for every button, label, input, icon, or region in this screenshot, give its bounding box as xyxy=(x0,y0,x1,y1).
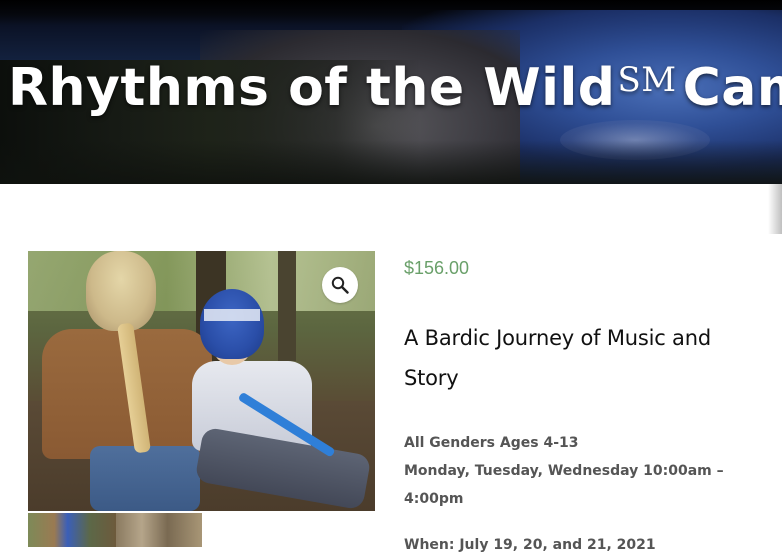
tree-trunk xyxy=(278,251,296,361)
product-price: $156.00 xyxy=(404,258,470,278)
foliage-background xyxy=(0,140,782,184)
audience-text: All Genders Ages 4-13 xyxy=(404,435,579,451)
page-title: Rhythms of the WildSMCamp xyxy=(8,58,782,118)
dates-text: When: July 19, 20, and 21, 2021 xyxy=(404,537,656,553)
magnifier-icon xyxy=(331,276,349,294)
edge-shadow xyxy=(768,184,782,234)
service-mark: SM xyxy=(617,60,677,100)
zoom-button[interactable] xyxy=(322,267,358,303)
schedule-text: Monday, Tuesday, Wednesday 10:00am – 4:0… xyxy=(404,463,724,507)
product-title: A Bardic Journey of Music and Story xyxy=(404,326,711,390)
child-figure-head xyxy=(86,251,156,331)
gallery-thumbnail[interactable] xyxy=(28,513,116,547)
knit-hat xyxy=(200,289,264,359)
product-main-image[interactable] xyxy=(28,251,375,511)
page-title-main: Rhythms of the Wild xyxy=(8,58,616,118)
child-figure-legs xyxy=(90,446,200,511)
page-title-end: Camp xyxy=(682,58,782,118)
product-short-description: All Genders Ages 4-13 Monday, Tuesday, W… xyxy=(404,429,734,513)
knit-hat-band xyxy=(204,309,260,321)
hero-banner: Rhythms of the WildSMCamp xyxy=(0,0,782,184)
gallery-thumbnail[interactable] xyxy=(116,513,202,547)
